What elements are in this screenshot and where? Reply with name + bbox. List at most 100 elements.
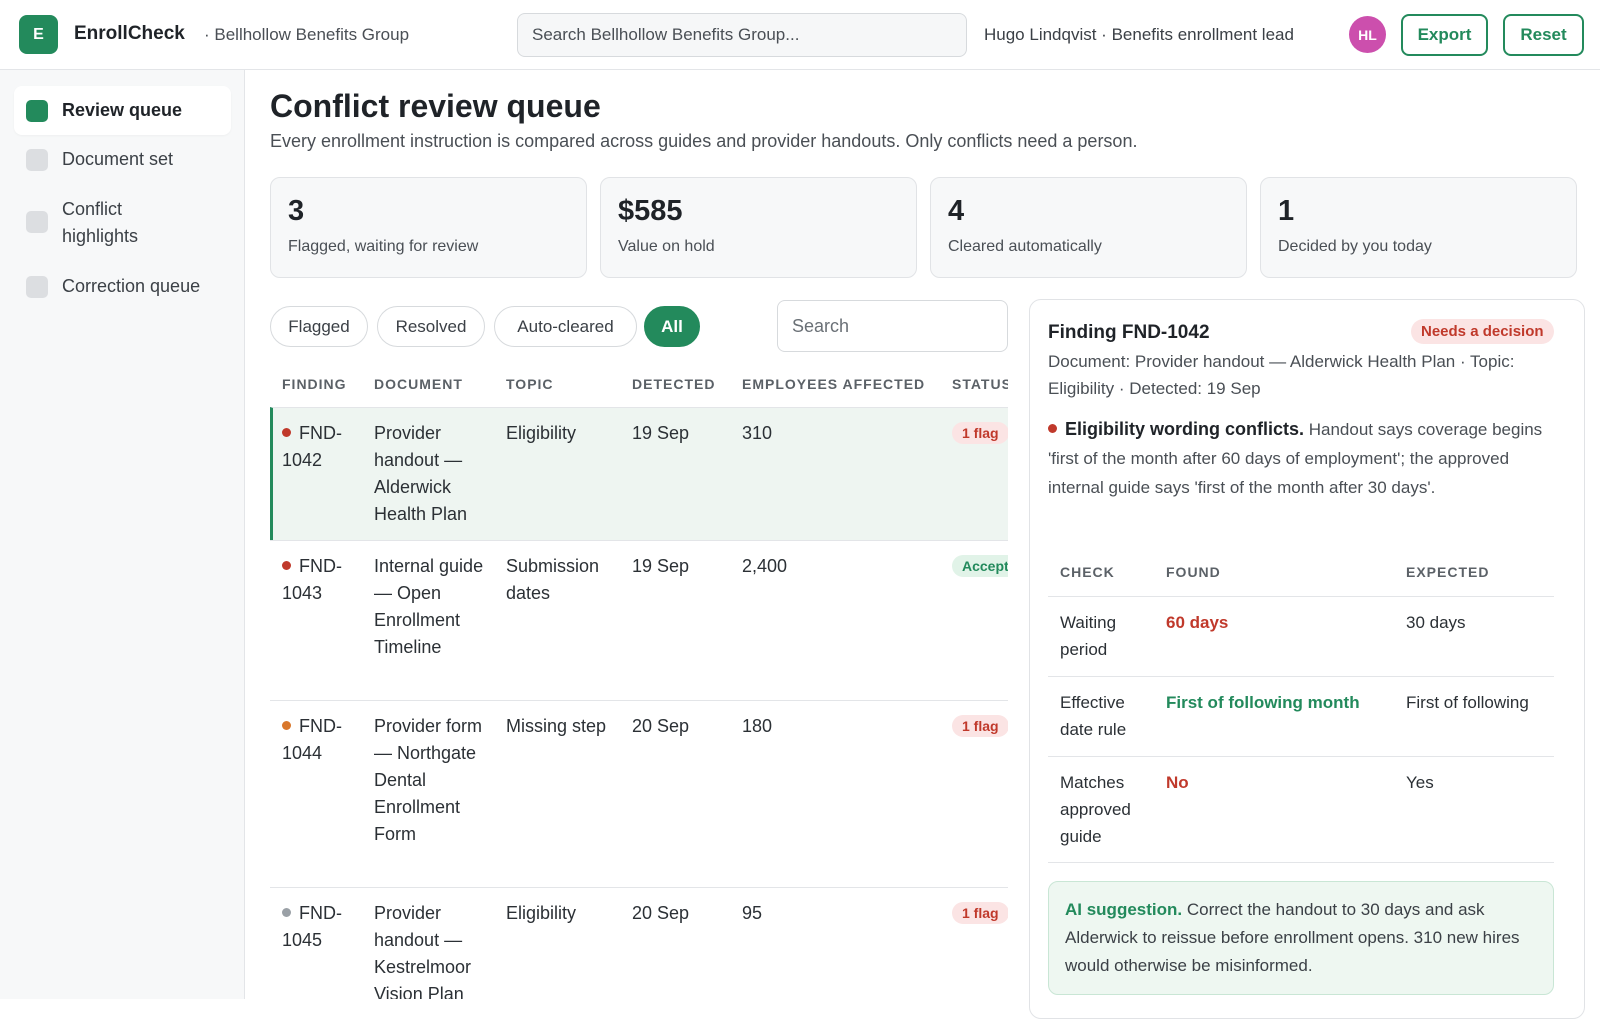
finding-heading: Eligibility wording conflicts. <box>1065 419 1305 439</box>
detected-cell: 19 Sep <box>632 556 690 576</box>
findings-table: FINDING DOCUMENT TOPIC DETECTED EMPLOYEE… <box>270 366 1008 999</box>
check-row: Matches approved guide No Yes <box>1048 756 1554 863</box>
column-header: CHECK <box>1060 564 1115 580</box>
document-cell: Provider form — Northgate Dental Enrollm… <box>374 716 483 844</box>
affected-cell: 2,400 <box>742 556 788 576</box>
column-header[interactable]: EMPLOYEES AFFECTED <box>742 376 925 392</box>
finding-summary: Eligibility wording conflicts. Handout s… <box>1048 415 1558 502</box>
kpi-card-decided-today: 1 Decided by you today <box>1260 177 1577 278</box>
table-row[interactable]: FND-1044 Provider form — Northgate Denta… <box>270 700 1008 887</box>
conflict-highlights-icon <box>26 211 48 233</box>
severity-dot <box>282 720 291 730</box>
kpi-value: 4 <box>948 195 965 227</box>
finding-detail-panel: Finding FND-1042 Needs a decision Docume… <box>1029 299 1585 1019</box>
column-header: EXPECTED <box>1406 564 1490 580</box>
affected-cell: 310 <box>742 423 773 443</box>
org-name: · Bellhollow Benefits Group <box>204 25 410 44</box>
severity-dot <box>1048 424 1057 434</box>
check-found: First of following month <box>1166 693 1360 712</box>
kpi-value: $585 <box>618 195 683 227</box>
check-row: Effective date rule First of following m… <box>1048 676 1554 756</box>
kpi-label: Cleared automatically <box>948 238 1102 255</box>
check-name: Matches approved guide <box>1060 773 1131 846</box>
severity-dot <box>282 907 291 917</box>
ai-suggestion-heading: AI suggestion. <box>1065 900 1183 919</box>
app-logo[interactable]: E <box>19 15 58 54</box>
sidebar-item-correction-queue[interactable]: Correction queue <box>14 262 231 311</box>
check-found: 60 days <box>1166 613 1229 632</box>
kpi-label: Flagged, waiting for review <box>288 238 479 255</box>
kpi-label: Decided by you today <box>1278 238 1432 255</box>
detail-title: Finding FND-1042 <box>1048 322 1210 343</box>
kpi-card-cleared: 4 Cleared automatically <box>930 177 1247 278</box>
document-cell: Provider handout — Alderwick Health Plan <box>374 423 468 524</box>
kpi-label: Value on hold <box>618 238 715 255</box>
finding-id-cell: FND-1045 <box>282 903 342 950</box>
document-cell: Provider handout — Kestrelmoor Vision Pl… <box>374 903 472 999</box>
check-name: Waiting period <box>1060 613 1117 659</box>
filter-chip-flagged[interactable]: Flagged <box>270 306 368 347</box>
app-name: EnrollCheck <box>74 23 185 44</box>
table-row[interactable]: FND-1043 Internal guide — Open Enrollmen… <box>270 540 1008 700</box>
kpi-card-flagged: 3 Flagged, waiting for review <box>270 177 587 278</box>
filter-chip-auto-cleared[interactable]: Auto-cleared <box>494 306 637 347</box>
sidebar-item-label: Conflict highlights <box>62 199 139 246</box>
sidebar-item-label: Review queue <box>62 100 183 120</box>
sidebar-item-document-set[interactable]: Document set <box>14 135 231 184</box>
topic-cell: Submission dates <box>506 556 600 603</box>
check-expected: 30 days <box>1406 613 1466 632</box>
detected-cell: 20 Sep <box>632 903 690 923</box>
export-button[interactable]: Export <box>1401 14 1488 56</box>
severity-dot <box>282 427 291 437</box>
sidebar-item-conflict-highlights[interactable]: Conflict highlights <box>14 185 204 261</box>
status-badge: 1 flag <box>952 902 1008 924</box>
review-queue-icon <box>26 100 48 122</box>
table-row[interactable]: FND-1042 Provider handout — Alderwick He… <box>270 407 1008 540</box>
table-search-input[interactable] <box>777 300 1008 352</box>
affected-cell: 180 <box>742 716 773 736</box>
status-badge: Needs a decision <box>1411 319 1554 344</box>
detected-cell: 19 Sep <box>632 423 690 443</box>
severity-dot <box>282 560 291 570</box>
column-header[interactable]: FINDING <box>282 376 347 392</box>
document-cell: Internal guide — Open Enrollment Timelin… <box>374 556 484 657</box>
status-badge: 1 flag <box>952 715 1008 737</box>
column-header[interactable]: TOPIC <box>506 376 554 392</box>
global-search-input[interactable] <box>517 13 967 57</box>
affected-cell: 95 <box>742 903 763 923</box>
user-avatar[interactable]: HL <box>1349 16 1386 53</box>
detected-cell: 20 Sep <box>632 716 690 736</box>
reset-button[interactable]: Reset <box>1503 14 1584 56</box>
user-label: Hugo Lindqvist · Benefits enrollment lea… <box>984 25 1294 44</box>
detail-meta: Document: Provider handout — Alderwick H… <box>1048 352 1515 398</box>
top-bar: E EnrollCheck · Bellhollow Benefits Grou… <box>0 0 1600 70</box>
column-header: FOUND <box>1166 564 1221 580</box>
check-expected: Yes <box>1406 773 1434 792</box>
document-set-icon <box>26 149 48 171</box>
sidebar-item-label: Correction queue <box>62 276 201 296</box>
correction-queue-icon <box>26 276 48 298</box>
finding-id-cell: FND-1042 <box>282 423 342 470</box>
topic-cell: Missing step <box>506 716 607 736</box>
table-row[interactable]: FND-1045 Provider handout — Kestrelmoor … <box>270 887 1008 999</box>
topic-cell: Eligibility <box>506 903 577 923</box>
sidebar-item-review-queue[interactable]: Review queue <box>14 86 231 135</box>
column-header[interactable]: DOCUMENT <box>374 376 463 392</box>
check-found: No <box>1166 773 1189 792</box>
check-name: Effective date rule <box>1060 693 1127 739</box>
sidebar: Review queue Document set Conflict highl… <box>0 70 245 999</box>
status-badge: Accept <box>952 555 1008 577</box>
sidebar-item-label: Document set <box>62 149 174 169</box>
page-subtitle: Every enrollment instruction is compared… <box>270 131 1138 151</box>
column-header[interactable]: DETECTED <box>632 376 715 392</box>
ai-suggestion-box: AI suggestion. Correct the handout to 30… <box>1048 881 1554 995</box>
column-header[interactable]: STATUS <box>952 376 1008 392</box>
finding-id-cell: FND-1043 <box>282 556 342 603</box>
filter-chip-all[interactable]: All <box>644 306 700 347</box>
kpi-card-value-on-hold: $585 Value on hold <box>600 177 917 278</box>
check-expected: First of following <box>1406 693 1529 712</box>
kpi-value: 3 <box>288 195 305 227</box>
filter-chip-resolved[interactable]: Resolved <box>377 306 485 347</box>
topic-cell: Eligibility <box>506 423 577 443</box>
kpi-value: 1 <box>1278 195 1295 227</box>
